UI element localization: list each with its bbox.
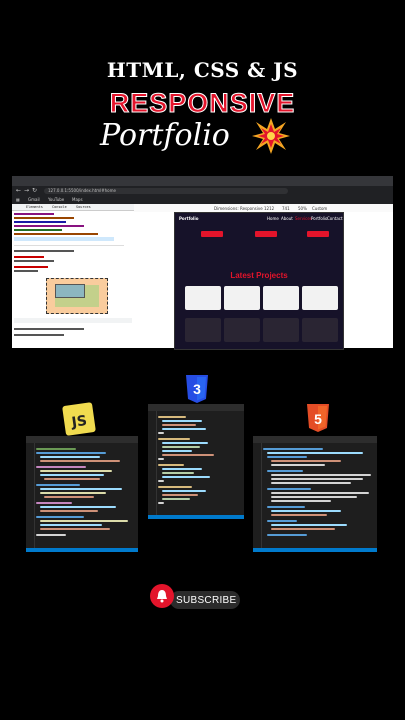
title-line-1: HTML, CSS & JS [106, 58, 299, 82]
project-thumb[interactable] [224, 318, 260, 342]
browser-tab-bar[interactable] [12, 176, 393, 186]
project-thumb[interactable] [185, 318, 221, 342]
nav-portfolio[interactable]: Portfolio [311, 216, 327, 221]
html5-logo-number: 5 [314, 411, 322, 427]
javascript-logo: JS [62, 402, 96, 436]
service-button-2[interactable] [255, 231, 277, 237]
nav-about[interactable]: About [281, 216, 293, 221]
title-line-2: RESPONSIVE [109, 88, 296, 119]
bookmark-gmail[interactable]: Gmail [28, 197, 40, 202]
bookmark-youtube[interactable]: YouTube [48, 197, 64, 202]
js-code-editor [26, 436, 138, 552]
bookmark-maps[interactable]: Maps [72, 197, 83, 202]
zoom-select[interactable]: 50% [298, 206, 307, 211]
device-height-input[interactable]: 741 [282, 206, 290, 211]
box-model-diagram [46, 278, 108, 314]
heading-prefix: Latest [230, 271, 254, 280]
device-toolbar: Dimensions: Responsive 1212 741 50% Cust… [134, 204, 393, 212]
website-preview: Portfolio Home About Services Portfolio … [174, 212, 344, 350]
html-code-editor [253, 436, 377, 552]
back-icon[interactable]: ← [16, 187, 21, 194]
service-button-1[interactable] [201, 231, 223, 237]
website-nav: Portfolio Home About Services Portfolio … [175, 213, 343, 223]
forward-icon[interactable]: → [24, 187, 29, 194]
devtools-panel: Elements Console Sources [12, 204, 134, 348]
bookmarks-bar: ▦ Gmail YouTube Maps [12, 196, 393, 204]
device-width-input[interactable]: 1212 [264, 206, 274, 211]
project-thumb[interactable] [302, 318, 338, 342]
device-mode-select[interactable]: Custom [312, 206, 327, 211]
project-thumb[interactable] [302, 286, 338, 310]
subscribe-button[interactable]: SUBSCRIBE [150, 584, 240, 614]
heading-accent: Projects [256, 271, 288, 280]
service-button-3[interactable] [307, 231, 329, 237]
title-line-3: Portfolio [100, 118, 230, 153]
device-dimensions-select[interactable]: Dimensions: Responsive [214, 206, 263, 211]
html5-logo: 5 [307, 404, 329, 432]
tab-elements[interactable]: Elements [26, 205, 43, 209]
explosion-icon [252, 118, 290, 154]
tab-sources[interactable]: Sources [76, 205, 91, 209]
bell-icon [157, 590, 167, 603]
devtools-tabs: Elements Console Sources [12, 204, 134, 211]
css3-logo: 3 [186, 375, 208, 403]
reload-icon[interactable]: ↻ [32, 187, 37, 194]
tab-console[interactable]: Console [52, 205, 67, 209]
nav-services[interactable]: Services [295, 216, 312, 221]
project-thumb[interactable] [263, 318, 299, 342]
website-brand[interactable]: Portfolio [179, 216, 199, 221]
apps-icon[interactable]: ▦ [16, 197, 20, 202]
latest-projects-heading: Latest Projects [175, 271, 343, 280]
browser-toolbar: ← → ↻ 127.0.0.1:5500/index.html#home [12, 186, 393, 196]
project-thumb[interactable] [185, 286, 221, 310]
nav-home[interactable]: Home [267, 216, 279, 221]
css3-logo-number: 3 [193, 381, 201, 397]
project-thumb[interactable] [224, 286, 260, 310]
nav-contact[interactable]: Contact [327, 216, 343, 221]
css-code-editor [148, 404, 244, 519]
project-thumb[interactable] [263, 286, 299, 310]
subscribe-label: SUBSCRIBE [176, 595, 237, 606]
address-bar[interactable]: 127.0.0.1:5500/index.html#home [44, 188, 288, 194]
